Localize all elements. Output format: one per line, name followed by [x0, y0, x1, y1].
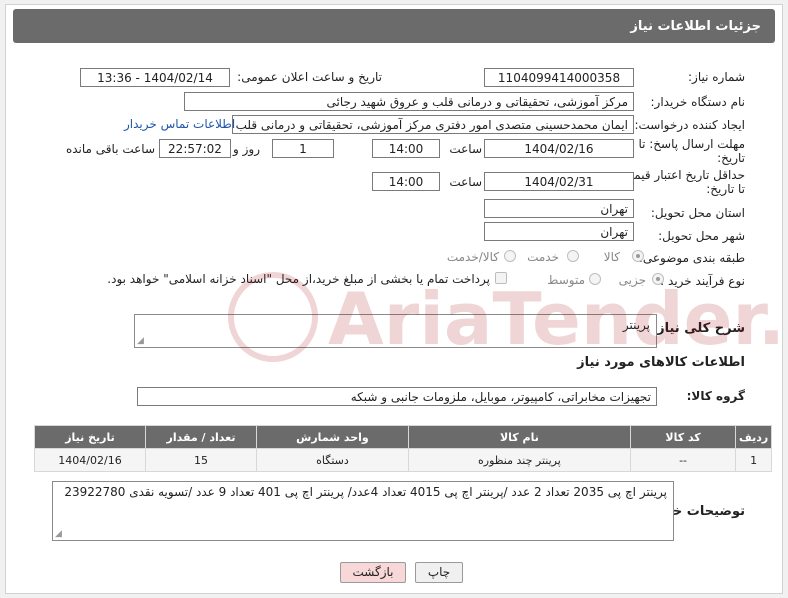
payment-note: پرداخت تمام یا بخشی از مبلغ خرید،از محل … [107, 272, 490, 286]
general-desc-text: پرینتر [622, 318, 650, 332]
buyer-contact-link[interactable]: اطلاعات تماس خریدار [124, 117, 235, 131]
deadline-date-field: 1404/02/16 [484, 139, 634, 158]
col-code: کد کالا [629, 425, 737, 449]
days-label: روز و [233, 142, 260, 156]
deadline-label-2: تاریخ: [717, 151, 745, 165]
deadline-label: مهلت ارسال پاسخ: تا [638, 137, 745, 151]
general-desc-label: شرح کلی نیاز: [651, 321, 745, 336]
deadline-hour-label: ساعت [449, 142, 482, 156]
buyer-org-label: نام دستگاه خریدار: [650, 95, 746, 109]
back-button[interactable]: بازگشت [340, 562, 406, 583]
requester-label: ایجاد کننده درخواست: [634, 118, 745, 132]
purchase-option-medium: متوسط [547, 273, 585, 287]
category-option-goods: کالا [603, 250, 620, 264]
treasury-payment-checkbox[interactable] [495, 272, 507, 284]
remaining-label: ساعت باقی مانده [65, 142, 155, 156]
col-row: ردیف [735, 425, 772, 449]
purchase-option-minor: جزیی [618, 273, 646, 287]
category-radio-service[interactable] [567, 250, 579, 262]
category-option-both: کالا/خدمت [446, 250, 499, 264]
cell-date: 1404/02/16 [34, 448, 146, 472]
category-label: طبقه بندی موضوعی: [638, 251, 745, 265]
table-row: 1 -- پرینتر چند منظوره دستگاه 15 1404/02… [34, 448, 772, 472]
col-qty: تعداد / مقدار [145, 425, 257, 449]
validity-hour-label: ساعت [449, 175, 482, 189]
print-button[interactable]: چاپ [415, 562, 463, 583]
page-title: جزئیات اطلاعات نیاز [630, 19, 761, 34]
goods-table: ردیف کد کالا نام کالا واحد شمارش تعداد /… [34, 425, 772, 472]
cell-qty: 15 [145, 448, 257, 472]
resize-grip-icon: ◢ [55, 529, 62, 539]
province-label: استان محل تحویل: [650, 206, 745, 220]
category-radio-both[interactable] [504, 250, 516, 262]
purchase-radio-medium[interactable] [589, 273, 601, 285]
purchase-radio-minor[interactable] [652, 273, 664, 285]
province-field: تهران [484, 199, 634, 218]
requester-field: ایمان محمدحسینی متصدی امور دفتری مرکز آم… [232, 115, 634, 134]
cell-code: -- [629, 448, 737, 472]
col-name: نام کالا [407, 425, 631, 449]
validity-label: حداقل تاریخ اعتبار قیمت: [618, 168, 745, 182]
buyer-notes-field: پرینتر اچ پی 2035 تعداد 2 عدد /پرینتر اچ… [52, 481, 674, 541]
cell-name: پرینتر چند منظوره [407, 448, 631, 472]
announce-label: تاریخ و ساعت اعلان عمومی: [237, 70, 382, 84]
days-field: 1 [272, 139, 334, 158]
buyer-org-field: مرکز آموزشی، تحقیقاتی و درمانی قلب و عرو… [184, 92, 634, 111]
city-field: تهران [484, 222, 634, 241]
purchase-type-label: نوع فرآیند خرید : [660, 274, 745, 288]
category-radio-goods[interactable] [632, 250, 644, 262]
general-desc-field: پرینتر ◢ [134, 314, 657, 348]
city-label: شهر محل تحویل: [658, 229, 745, 243]
validity-date-field: 1404/02/31 [484, 172, 634, 191]
col-unit: واحد شمارش [255, 425, 409, 449]
validity-label-2: تا تاریخ: [706, 182, 745, 196]
cell-unit: دستگاه [255, 448, 409, 472]
col-date: تاریخ نیاز [34, 425, 146, 449]
goods-group-field: تجهیزات مخابراتی، کامپیوتر، موبایل، ملزو… [137, 387, 657, 406]
buyer-notes-text: پرینتر اچ پی 2035 تعداد 2 عدد /پرینتر اچ… [64, 485, 667, 499]
category-option-service: خدمت [527, 250, 559, 264]
page-header: جزئیات اطلاعات نیاز [13, 9, 775, 43]
need-number-label: شماره نیاز: [688, 70, 745, 84]
resize-grip-icon: ◢ [137, 336, 144, 346]
goods-group-label: گروه کالا: [686, 389, 745, 403]
remaining-time-field: 22:57:02 [159, 139, 231, 158]
goods-section-title: اطلاعات کالاهای مورد نیاز [577, 355, 745, 370]
validity-time-field: 14:00 [372, 172, 440, 191]
deadline-time-field: 14:00 [372, 139, 440, 158]
goods-table-header: ردیف کد کالا نام کالا واحد شمارش تعداد /… [34, 425, 772, 449]
announce-field: 1404/02/14 - 13:36 [80, 68, 230, 87]
cell-row: 1 [735, 448, 772, 472]
need-number-field: 1104099414000358 [484, 68, 634, 87]
